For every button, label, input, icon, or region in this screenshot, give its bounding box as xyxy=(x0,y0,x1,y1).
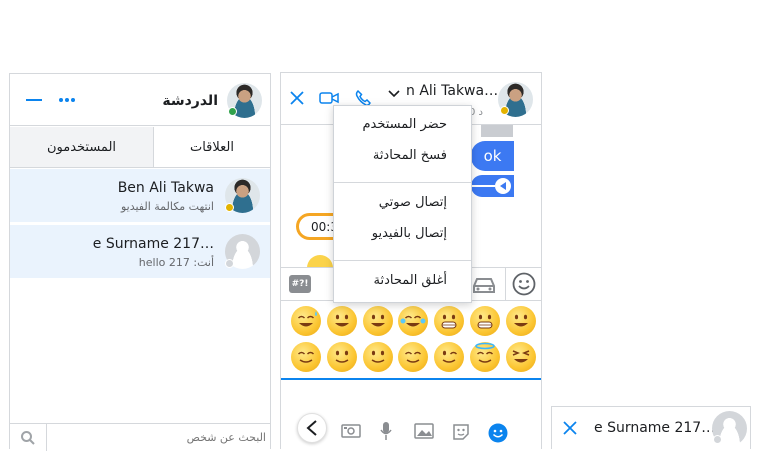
slight-smile-emoji[interactable] xyxy=(363,342,393,372)
input-divider xyxy=(281,378,541,380)
panel-title: الدردشة xyxy=(162,93,218,109)
chat-contact-name[interactable]: n Ali Takwa… xyxy=(406,83,498,99)
menu-item-video-call[interactable]: إتصال بالفيديو xyxy=(332,226,471,241)
laugh-tears-emoji[interactable] xyxy=(398,306,428,336)
menu-item-block-user[interactable]: حضر المستخدم xyxy=(332,117,471,132)
sweat-smile-emoji[interactable] xyxy=(291,306,321,336)
search-bar xyxy=(10,423,270,451)
message-stub xyxy=(481,125,513,137)
grin-emoji[interactable] xyxy=(327,306,357,336)
search-icon[interactable] xyxy=(10,424,47,451)
tab-users-label: المستخدمون xyxy=(46,139,117,155)
search-input[interactable] xyxy=(48,426,266,448)
menu-divider xyxy=(334,260,471,261)
symbols-category-icon[interactable]: #?! xyxy=(289,275,311,293)
conversation-name: Ben Ali Takwa xyxy=(117,180,214,196)
menu-item-voice-call[interactable]: إتصال صوتي xyxy=(332,195,471,210)
emoji-icon[interactable] xyxy=(487,422,509,444)
back-arrow-icon[interactable] xyxy=(297,413,327,443)
image-icon[interactable] xyxy=(413,422,435,440)
grimace-emoji[interactable] xyxy=(434,306,464,336)
upside-down-emoji[interactable] xyxy=(327,342,357,372)
tab-users[interactable]: المستخدمون xyxy=(10,127,153,167)
tab-contacts-label: العلاقات xyxy=(189,139,234,155)
grimace-teeth-emoji[interactable] xyxy=(470,306,500,336)
camera-icon[interactable] xyxy=(341,422,361,440)
big-smile-emoji[interactable] xyxy=(363,306,393,336)
blush-emoji[interactable] xyxy=(398,342,428,372)
conversation-item[interactable]: Ben Ali Takwa انتهت مكالمة الفيديو xyxy=(10,169,270,222)
chat-toolbar xyxy=(281,409,541,449)
close-icon[interactable] xyxy=(288,89,306,107)
car-category-icon[interactable] xyxy=(469,272,499,298)
message-bubble: ok xyxy=(471,141,514,171)
chat-list-panel: الدردشة العلاقات المستخدمون Ben Ali Takw… xyxy=(9,73,271,451)
conversation-preview: hello 217 :أنت xyxy=(138,256,214,269)
chat-options-menu: حضر المستخدم فسخ المحادثة إتصال صوتي إتص… xyxy=(333,105,472,303)
emoji-grid xyxy=(281,302,541,378)
menu-item-close-conversation[interactable]: أغلق المحادثة xyxy=(332,273,471,288)
play-icon[interactable] xyxy=(495,178,511,194)
close-icon[interactable] xyxy=(561,419,579,437)
menu-item-delete-conversation[interactable]: فسخ المحادثة xyxy=(332,148,471,163)
chat-list-header: الدردشة xyxy=(10,74,270,126)
offline-dot xyxy=(225,259,234,268)
offline-dot xyxy=(713,435,722,444)
more-icon[interactable] xyxy=(57,91,77,109)
chevron-down-icon[interactable] xyxy=(386,86,402,102)
relieved-emoji[interactable] xyxy=(291,342,321,372)
smile-open-emoji[interactable] xyxy=(506,306,536,336)
laughing-emoji[interactable] xyxy=(506,342,536,372)
conversation-item[interactable]: e Surname 217… hello 217 :أنت xyxy=(10,225,270,278)
symbols-label: #?! xyxy=(291,279,309,289)
sticker-icon[interactable] xyxy=(451,422,471,442)
away-dot xyxy=(500,106,509,115)
tab-contacts[interactable]: العلاقات xyxy=(153,127,270,167)
conversation-name: e Surname 217… xyxy=(92,236,214,252)
halo-emoji[interactable] xyxy=(470,342,500,372)
minimized-chat-bar[interactable]: e Surname 217… xyxy=(551,406,751,449)
online-dot xyxy=(228,107,237,116)
smiley-category-icon[interactable] xyxy=(505,268,541,300)
conversation-preview: انتهت مكالمة الفيديو xyxy=(120,200,214,213)
tab-bar: العلاقات المستخدمون xyxy=(10,127,270,168)
microphone-icon[interactable] xyxy=(378,421,394,441)
audio-message[interactable] xyxy=(471,175,514,197)
menu-divider xyxy=(334,182,471,183)
minimized-chat-name: e Surname 217… xyxy=(594,420,716,436)
minimize-icon[interactable] xyxy=(24,91,44,109)
audio-track xyxy=(471,185,495,187)
message-text: ok xyxy=(483,147,502,165)
wink-emoji[interactable] xyxy=(434,342,464,372)
away-dot xyxy=(225,203,234,212)
